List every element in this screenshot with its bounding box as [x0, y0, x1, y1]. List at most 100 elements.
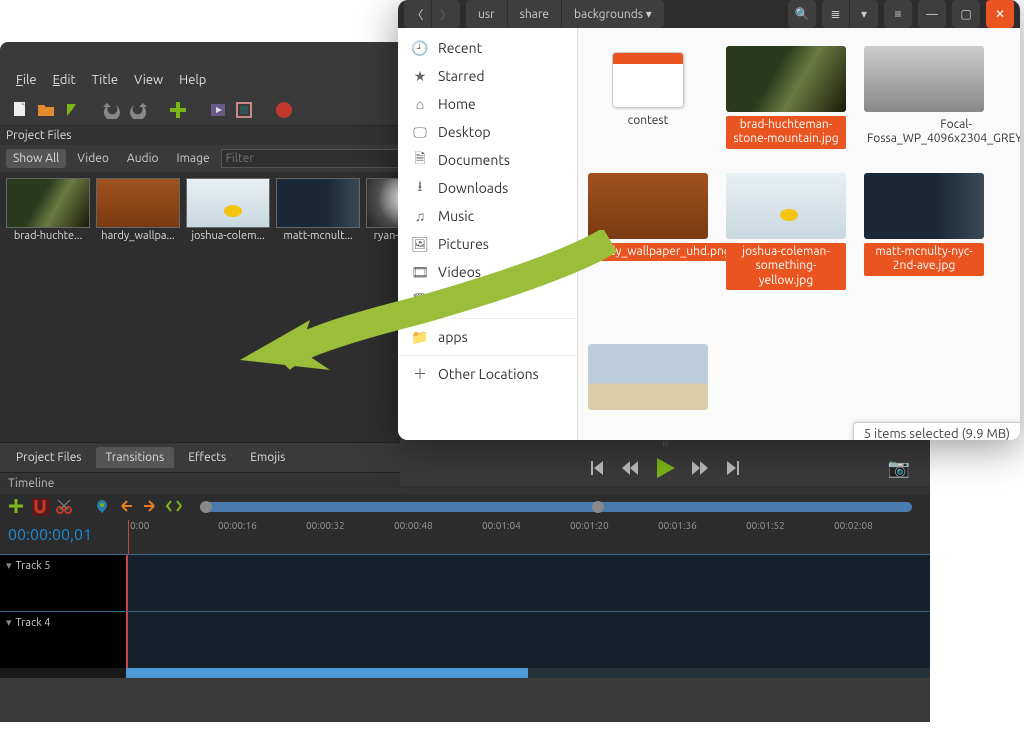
sidebar-item[interactable]: 📁 apps [398, 323, 577, 351]
maximize-button[interactable]: ▢ [952, 0, 980, 28]
fast-forward-icon[interactable] [691, 459, 709, 477]
panel-tab[interactable]: Effects [178, 447, 236, 468]
export-icon[interactable] [274, 100, 294, 120]
playhead[interactable] [128, 520, 129, 554]
folder-icon [612, 52, 684, 108]
files-grid[interactable]: contest brad-huchteman-stone-mountain.jp… [578, 28, 1020, 440]
forward-button[interactable]: 〉 [432, 0, 460, 28]
save-project-icon[interactable] [62, 100, 82, 120]
filter-audio-tab[interactable]: Audio [120, 149, 166, 168]
skip-end-icon[interactable] [723, 459, 741, 477]
menu-view[interactable]: View [126, 70, 171, 94]
project-item[interactable]: brad-huchte... [6, 178, 90, 436]
menu-edit[interactable]: Edit [45, 70, 84, 94]
razor-icon[interactable] [56, 498, 74, 516]
menu-help[interactable]: Help [171, 70, 214, 94]
sidebar-item[interactable]: 🖵 Desktop [398, 118, 577, 146]
project-item[interactable]: joshua-colem... [186, 178, 270, 436]
file-item[interactable]: joshua-coleman-something-yellow.jpg [726, 173, 846, 290]
panel-tab[interactable]: Transitions [96, 447, 175, 468]
search-icon[interactable]: 🔍 [788, 0, 816, 28]
prev-marker-icon[interactable] [118, 498, 136, 516]
fullscreen-icon[interactable] [234, 100, 254, 120]
track[interactable]: Track 4 [0, 611, 930, 668]
project-item[interactable]: matt-mcnult... [276, 178, 360, 436]
menu-file[interactable]: File [8, 70, 45, 94]
view-list-icon[interactable]: ≣ [822, 0, 850, 28]
item-label: hardy_wallpa... [96, 228, 180, 242]
snapshot-icon[interactable]: 📷 [888, 458, 910, 479]
trash-icon: 🗑 [412, 292, 428, 308]
import-files-icon[interactable] [168, 100, 188, 120]
hamburger-icon[interactable]: ≡ [884, 0, 912, 28]
ruler-tick: 00:01:20 [570, 520, 609, 531]
track[interactable]: Track 5 [0, 554, 930, 611]
skip-start-icon[interactable] [589, 459, 607, 477]
sidebar-item[interactable]: 🎞 Videos [398, 258, 577, 286]
breadcrumb-segment[interactable]: usr [466, 0, 508, 28]
back-button[interactable]: 〈 [404, 0, 432, 28]
rewind-icon[interactable] [621, 459, 639, 477]
view-menu-icon[interactable]: ▾ [850, 0, 878, 28]
track-body[interactable] [126, 555, 930, 611]
sidebar-item[interactable]: 🗑 Trash [398, 286, 577, 314]
folder-item[interactable]: contest [588, 46, 708, 149]
file-item[interactable]: brad-huchteman-stone-mountain.jpg [726, 46, 846, 149]
thumbnail [588, 173, 708, 239]
minimize-button[interactable]: — [918, 0, 946, 28]
menu-title[interactable]: Title [84, 70, 126, 94]
profile-icon[interactable] [208, 100, 228, 120]
show-all-button[interactable]: Show All [6, 149, 66, 168]
file-label: Focal-Fossa_WP_4096x2304_GREY.png [864, 116, 1020, 149]
sidebar-item[interactable]: ★ Starred [398, 62, 577, 90]
undo-icon[interactable] [102, 100, 122, 120]
sidebar-item[interactable]: ⭳ Downloads [398, 174, 577, 202]
panel-tab[interactable]: Emojis [240, 447, 295, 468]
thumbnail [186, 178, 270, 228]
home-icon: ⌂ [412, 96, 428, 112]
breadcrumb-segment[interactable]: share [508, 0, 562, 28]
panel-tab[interactable]: Project Files [6, 447, 92, 468]
add-track-icon[interactable] [8, 498, 26, 516]
sidebar-item[interactable]: ⌂ Home [398, 90, 577, 118]
horizontal-scrollbar[interactable] [126, 668, 930, 678]
project-item[interactable]: hardy_wallpa... [96, 178, 180, 436]
ruler-tick: 00:01:52 [746, 520, 785, 531]
breadcrumb-segment[interactable]: backgrounds ▾ [562, 0, 664, 28]
sidebar-item[interactable]: ♫ Music [398, 202, 577, 230]
sidebar-item[interactable]: 🖼 Pictures [398, 230, 577, 258]
center-playhead-icon[interactable] [166, 498, 184, 516]
file-item[interactable]: hardy_wallpaper_uhd.png [588, 173, 708, 290]
file-item[interactable]: matt-mcnulty-nyc-2nd-ave.jpg [864, 173, 984, 290]
new-project-icon[interactable] [10, 100, 30, 120]
snap-icon[interactable] [32, 498, 50, 516]
sidebar-item[interactable]: 🗎 Documents [398, 146, 577, 174]
track-header[interactable]: Track 5 [0, 555, 126, 611]
files-headerbar: 〈 〉 usrsharebackgrounds ▾ 🔍 ≣ ▾ ≡ — ▢ ✕ [398, 0, 1020, 28]
next-marker-icon[interactable] [142, 498, 160, 516]
sidebar-item[interactable]: ＋ Other Locations [398, 360, 577, 388]
file-item[interactable]: Focal-Fossa_WP_4096x2304_GREY.png [864, 46, 984, 149]
timeline-ruler[interactable]: 00:00:00,01 0:0000:00:1600:00:3200:00:48… [0, 520, 930, 554]
play-icon[interactable] [653, 456, 677, 480]
zoom-slider[interactable] [200, 502, 912, 512]
thumbnail [726, 173, 846, 239]
thumbnail [276, 178, 360, 228]
sidebar-label: Starred [438, 68, 485, 84]
open-project-icon[interactable] [36, 100, 56, 120]
close-button[interactable]: ✕ [986, 0, 1014, 28]
redo-icon[interactable] [128, 100, 148, 120]
marker-icon[interactable] [94, 498, 112, 516]
file-item[interactable] [588, 344, 708, 427]
files-window: 〈 〉 usrsharebackgrounds ▾ 🔍 ≣ ▾ ≡ — ▢ ✕ … [398, 0, 1020, 440]
filter-image-tab[interactable]: Image [170, 149, 217, 168]
sidebar-label: Trash [438, 292, 472, 308]
track-header[interactable]: Track 4 [0, 612, 126, 668]
file-label: hardy_wallpaper_uhd.png [588, 243, 734, 261]
track-body[interactable] [126, 612, 930, 668]
desktop-icon: 🖵 [412, 124, 428, 140]
filter-video-tab[interactable]: Video [70, 149, 116, 168]
sidebar-item[interactable]: 🕘 Recent [398, 34, 577, 62]
tracks-area[interactable]: Track 5 Track 4 [0, 554, 930, 678]
timecode: 00:00:00,01 [8, 526, 92, 544]
